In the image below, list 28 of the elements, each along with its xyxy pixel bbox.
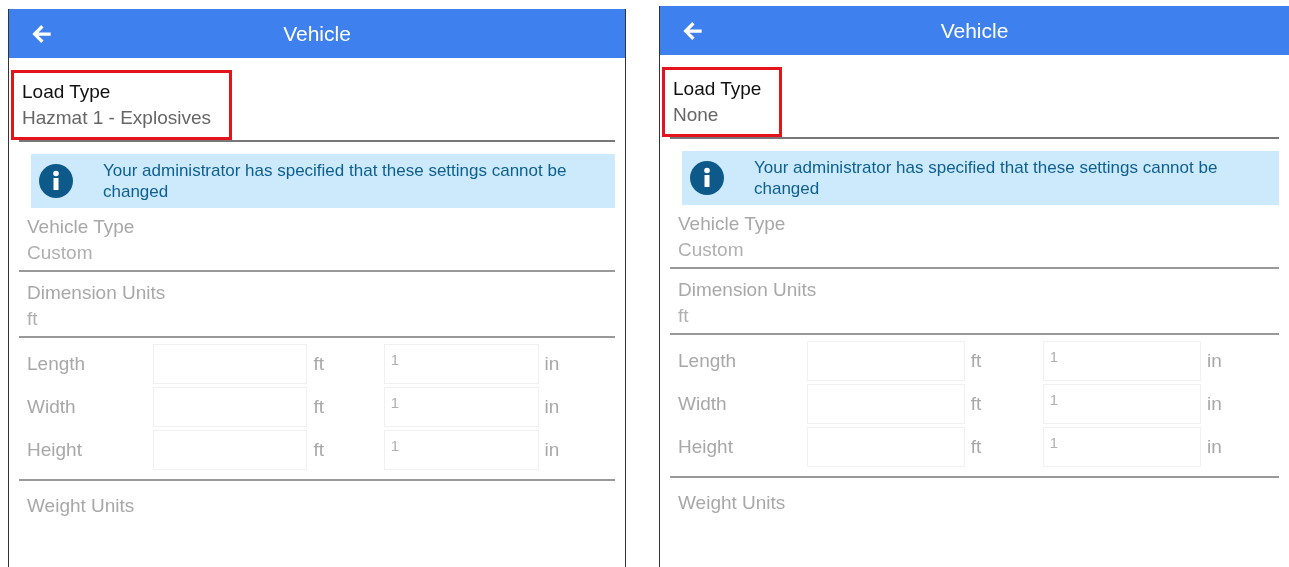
load-type-field[interactable]: Load Type Hazmat 1 - Explosives (11, 70, 232, 140)
unit-label: in (1205, 349, 1223, 372)
unit-label: ft (312, 395, 325, 418)
unit-label: ft (969, 392, 983, 415)
unit-label: in (543, 395, 561, 418)
unit-label: in (1205, 392, 1223, 415)
screen-title: Vehicle (940, 18, 1009, 43)
weight-units-label: Weight Units (27, 495, 135, 516)
unit-label: in (543, 352, 561, 375)
dimension-label: Length (27, 352, 87, 375)
screen-title: Vehicle (283, 21, 351, 46)
unit-label: ft (969, 435, 983, 458)
load-type-field[interactable]: Load Type None (662, 67, 783, 137)
info-icon (690, 161, 724, 195)
notice-text: Your administrator has specified that these settings cannot be changed (103, 160, 568, 202)
dimension-label: Length (678, 349, 738, 372)
unit-label: ft (312, 438, 325, 461)
dimension-label: Width (27, 395, 77, 418)
dimension-label: Width (678, 392, 728, 415)
dimension-label: Height (27, 438, 83, 461)
unit-label: in (543, 438, 561, 461)
info-icon (39, 164, 73, 198)
notice-text: Your administrator has specified that these settings cannot be changed (754, 157, 1219, 199)
unit-label: ft (312, 352, 325, 375)
unit-label: ft (969, 349, 983, 372)
unit-label: in (1205, 435, 1223, 458)
dimension-label: Height (678, 435, 734, 458)
weight-units-label: Weight Units (678, 492, 786, 513)
